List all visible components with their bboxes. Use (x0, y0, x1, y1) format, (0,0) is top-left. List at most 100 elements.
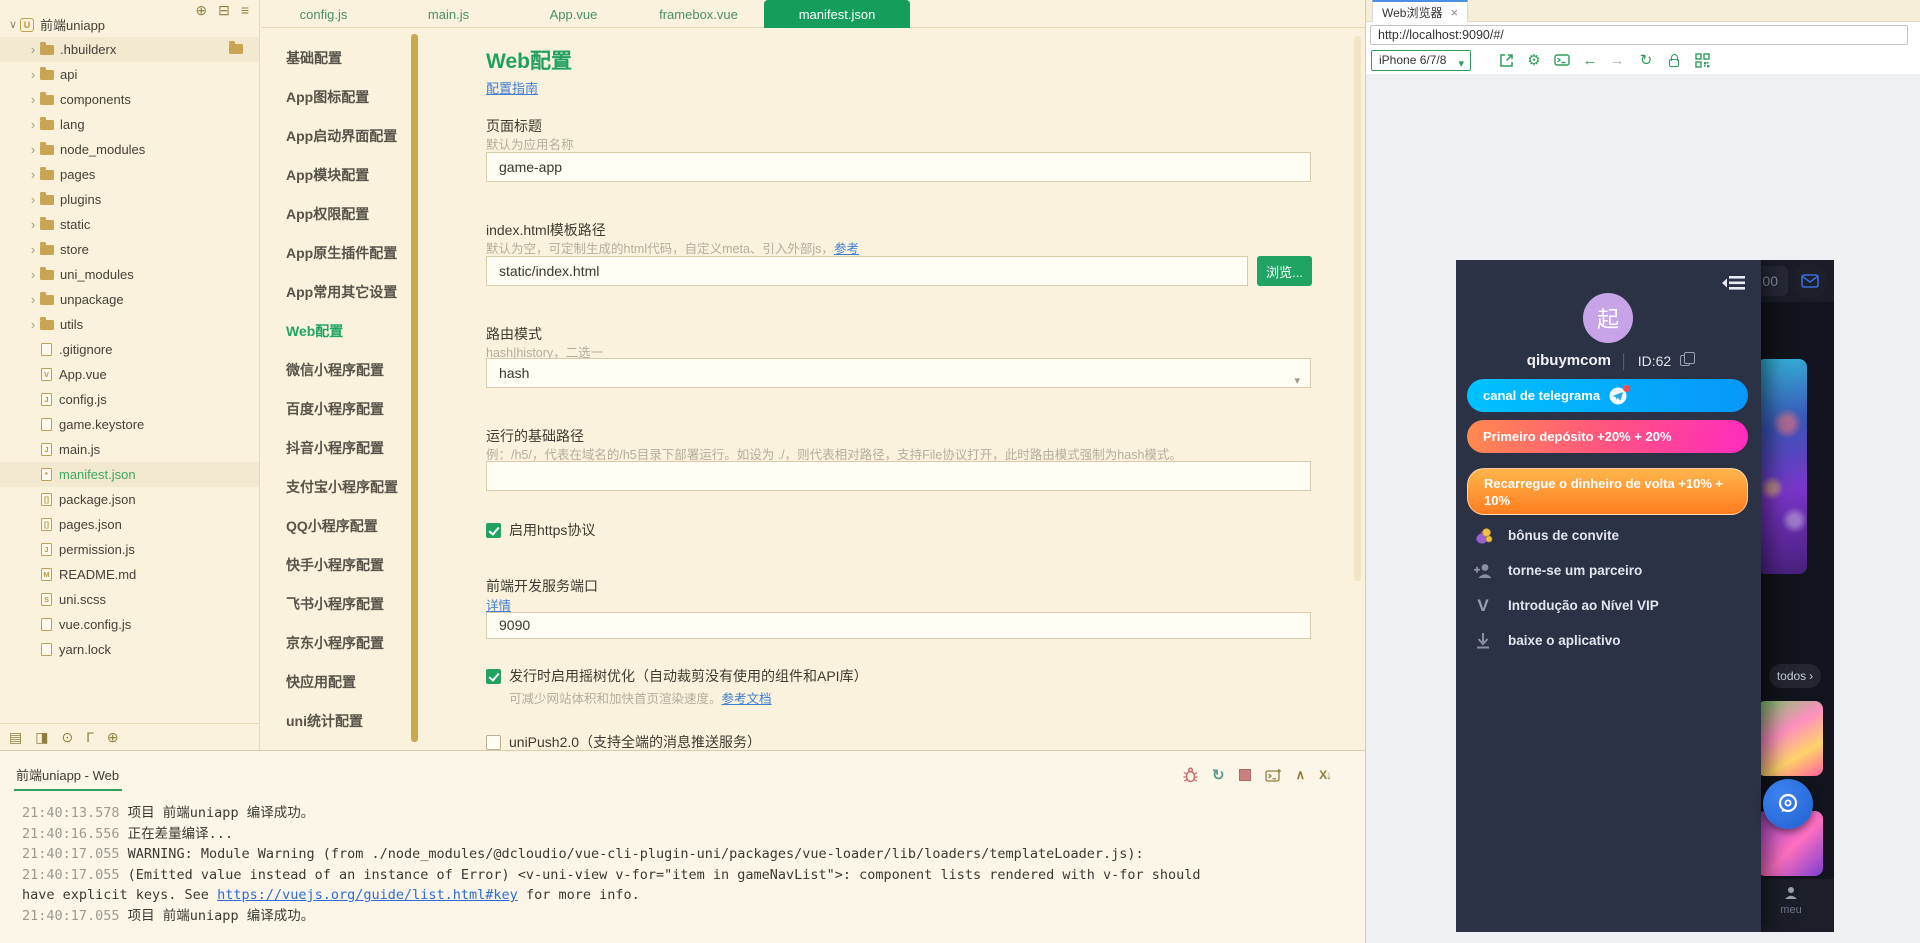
editor-tab-manifest.json[interactable]: manifest.json (764, 0, 910, 28)
drawer-item-Introdução ao Nível VIP[interactable]: V Introdução ao Nível VIP (1472, 588, 1742, 623)
router-mode-select[interactable]: hash ▾ (486, 358, 1311, 388)
lock-icon[interactable] (1664, 50, 1684, 70)
https-checkbox-row[interactable]: 启用https协议 (486, 520, 595, 540)
chevron-collapsed-icon[interactable]: › (26, 267, 40, 282)
console-link[interactable]: https://vuejs.org/guide/list.html#key (217, 887, 518, 903)
tree-item-utils[interactable]: › utils (0, 312, 259, 337)
tree-item-.gitignore[interactable]: .gitignore (0, 337, 259, 362)
chevron-collapsed-icon[interactable]: › (26, 142, 40, 157)
restart-icon[interactable]: ↻ (1212, 766, 1225, 784)
manifest-menu-uni统计配置[interactable]: uni统计配置 (286, 701, 406, 740)
editor-tab-main.js[interactable]: main.js (386, 0, 511, 28)
recharge-promo-button[interactable]: Recarregue o dinheiro de volta +10% + 10… (1467, 468, 1748, 515)
drawer-item-baixe o aplicativo[interactable]: baixe o aplicativo (1472, 623, 1742, 658)
manifest-menu-App模块配置[interactable]: App模块配置 (286, 155, 406, 194)
tree-item-lang[interactable]: › lang (0, 112, 259, 137)
chevron-collapsed-icon[interactable]: › (26, 192, 40, 207)
first-deposit-promo-button[interactable]: Primeiro depósito +20% + 20% (1467, 420, 1748, 453)
tree-item-pages[interactable]: › pages (0, 162, 259, 187)
manifest-menu-QQ小程序配置[interactable]: QQ小程序配置 (286, 506, 406, 545)
editor-tab-config.js[interactable]: config.js (261, 0, 386, 28)
manifest-menu-App启动界面配置[interactable]: App启动界面配置 (286, 116, 406, 155)
device-select[interactable]: iPhone 6/7/8 ▾ (1371, 50, 1471, 71)
manifest-menu-App图标配置[interactable]: App图标配置 (286, 77, 406, 116)
stop-icon[interactable] (1238, 769, 1251, 781)
manifest-menu-App常用其它设置[interactable]: App常用其它设置 (286, 272, 406, 311)
tree-project-row[interactable]: ∨ U 前端uniapp (0, 12, 259, 37)
explorer-bottom-icon-4[interactable]: ⊕ (107, 729, 119, 746)
tree-item-config.js[interactable]: Jconfig.js (0, 387, 259, 412)
manifest-menu-快手小程序配置[interactable]: 快手小程序配置 (286, 545, 406, 584)
manifest-menu-百度小程序配置[interactable]: 百度小程序配置 (286, 389, 406, 428)
manifest-menu-微信小程序配置[interactable]: 微信小程序配置 (286, 350, 406, 389)
template-path-input[interactable]: static/index.html (486, 256, 1248, 286)
tree-item-static[interactable]: › static (0, 212, 259, 237)
chevron-collapsed-icon[interactable]: › (26, 217, 40, 232)
open-external-icon[interactable] (1496, 50, 1516, 70)
avatar[interactable]: 起 (1583, 293, 1633, 343)
tree-item-uni_modules[interactable]: › uni_modules (0, 262, 259, 287)
tree-item-permission.js[interactable]: Jpermission.js (0, 537, 259, 562)
reload-icon[interactable]: ↻ (1636, 50, 1656, 70)
chevron-collapsed-icon[interactable]: › (26, 242, 40, 257)
editor-scrollbar[interactable] (1354, 36, 1361, 581)
debug-bug-icon[interactable] (1183, 767, 1198, 783)
qrcode-icon[interactable] (1692, 50, 1712, 70)
telegram-channel-button[interactable]: canal de telegrama (1467, 379, 1748, 412)
manifest-menu-快应用配置[interactable]: 快应用配置 (286, 662, 406, 701)
back-icon[interactable]: ← (1580, 50, 1600, 70)
manifest-menu-App原生插件配置[interactable]: App原生插件配置 (286, 233, 406, 272)
todos-link[interactable]: todos › (1769, 664, 1821, 688)
https-checkbox[interactable] (486, 523, 501, 538)
console-tab[interactable]: 前端uniapp - Web (16, 765, 119, 784)
forward-icon[interactable]: → (1607, 50, 1627, 70)
chevron-collapsed-icon[interactable]: › (26, 42, 40, 57)
browse-button[interactable]: 浏览... (1257, 256, 1312, 286)
treeshaking-checkbox-row[interactable]: 发行时启用摇树优化（自动裁剪没有使用的组件和API库） (486, 666, 868, 686)
tree-item-main.js[interactable]: Jmain.js (0, 437, 259, 462)
editor-tab-framebox.vue[interactable]: framebox.vue (636, 0, 761, 28)
manifest-menu-Web配置[interactable]: Web配置 (286, 311, 406, 350)
tree-item-vue.config.js[interactable]: vue.config.js (0, 612, 259, 637)
tree-item-manifest.json[interactable]: * manifest.json (0, 462, 259, 487)
explorer-bottom-icon-3[interactable]: Γ (86, 729, 94, 745)
close-icon[interactable]: × (1450, 5, 1458, 20)
tree-item-pages.json[interactable]: [] pages.json (0, 512, 259, 537)
explorer-bottom-icon-0[interactable]: ▤ (9, 729, 22, 746)
chevron-collapsed-icon[interactable]: › (26, 317, 40, 332)
manifest-menu-京东小程序配置[interactable]: 京东小程序配置 (286, 623, 406, 662)
chevron-collapsed-icon[interactable]: › (26, 67, 40, 82)
address-bar-input[interactable]: http://localhost:9090/#/ (1370, 25, 1908, 45)
tree-item-store[interactable]: › store (0, 237, 259, 262)
support-chat-fab[interactable] (1763, 779, 1813, 829)
tree-item-api[interactable]: › api (0, 62, 259, 87)
config-guide-link[interactable]: 配置指南 (486, 78, 538, 97)
explorer-bottom-icon-1[interactable]: ◨ (35, 729, 48, 746)
chevron-collapsed-icon[interactable]: › (26, 92, 40, 107)
chevron-collapsed-icon[interactable]: › (26, 167, 40, 182)
browser-tab[interactable]: Web浏览器 × (1372, 0, 1469, 22)
copy-icon[interactable] (1680, 352, 1695, 366)
terminal-icon[interactable] (1552, 50, 1572, 70)
gear-icon[interactable]: ⚙ (1524, 50, 1544, 70)
drawer-item-torne-se um parceiro[interactable]: torne-se um parceiro (1472, 553, 1742, 588)
manifest-menu-App权限配置[interactable]: App权限配置 (286, 194, 406, 233)
menu-scrollbar[interactable] (411, 34, 418, 742)
game-thumbnail[interactable] (1757, 701, 1823, 776)
chevron-collapsed-icon[interactable]: › (26, 117, 40, 132)
tree-item-plugins[interactable]: › plugins (0, 187, 259, 212)
base-path-input[interactable] (486, 461, 1311, 491)
unipush-checkbox-row[interactable]: uniPush2.0（支持全端的消息推送服务） (486, 732, 761, 752)
new-terminal-icon[interactable] (1264, 768, 1282, 783)
nav-item-meu[interactable]: meu (1766, 885, 1816, 916)
chevron-collapsed-icon[interactable]: › (26, 292, 40, 307)
tree-item-yarn.lock[interactable]: yarn.lock (0, 637, 259, 662)
page-title-input[interactable]: game-app (486, 152, 1311, 182)
mail-button[interactable] (1792, 263, 1828, 299)
tree-item-components[interactable]: › components (0, 87, 259, 112)
game-banner-card[interactable] (1757, 359, 1807, 574)
unipush-checkbox[interactable] (486, 735, 501, 750)
collapse-panel-icon[interactable]: ∧ (1296, 767, 1306, 783)
manifest-menu-支付宝小程序配置[interactable]: 支付宝小程序配置 (286, 467, 406, 506)
treeshaking-checkbox[interactable] (486, 669, 501, 684)
